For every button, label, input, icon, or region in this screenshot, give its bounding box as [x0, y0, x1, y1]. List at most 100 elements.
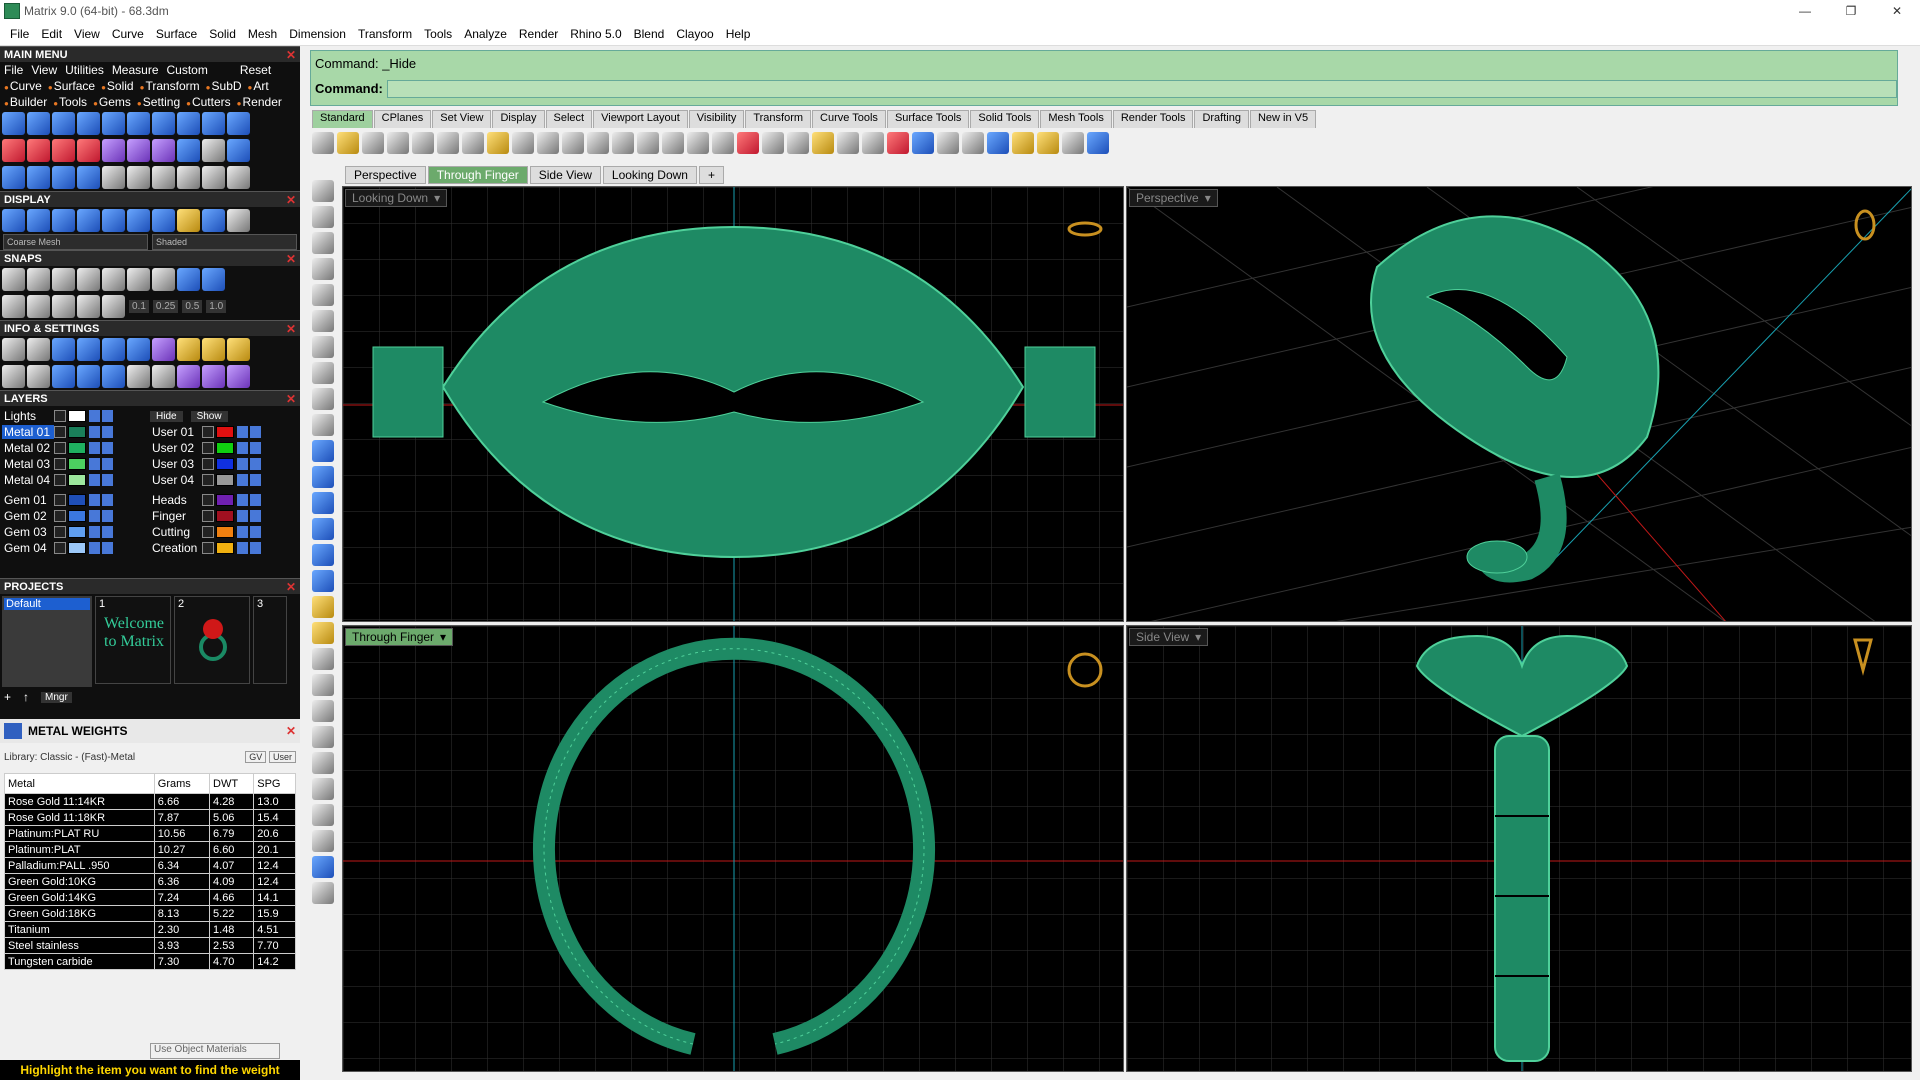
circle-icon[interactable]	[312, 284, 334, 306]
extrude-icon[interactable]	[312, 570, 334, 592]
ellipse-icon[interactable]	[312, 388, 334, 410]
layer-row[interactable]: Cutting	[150, 524, 298, 540]
image-icon[interactable]	[177, 365, 200, 388]
cut-icon[interactable]	[202, 139, 225, 162]
layer-row[interactable]: Metal 03	[2, 456, 150, 472]
gold-sphere-icon[interactable]	[177, 209, 200, 232]
edit-icon[interactable]	[127, 338, 150, 361]
layer-row[interactable]: Gem 03	[2, 524, 150, 540]
zoom-selected-icon[interactable]	[662, 132, 684, 154]
menu-solid[interactable]: Solid	[203, 27, 242, 41]
layers-icon[interactable]	[77, 365, 100, 388]
blue-sphere-icon[interactable]	[202, 209, 225, 232]
toolbar-tab-cplanes[interactable]: CPlanes	[373, 110, 432, 128]
snap-value-3[interactable]: 0.5	[182, 300, 203, 313]
triangle-tool-icon[interactable]	[127, 112, 150, 135]
toolbar-tab-standard[interactable]: Standard	[312, 110, 373, 128]
polyline-icon[interactable]	[312, 232, 334, 254]
cplane-icon[interactable]	[787, 132, 809, 154]
use-object-materials-button[interactable]: Use Object Materials	[150, 1043, 280, 1059]
toolbar-tab-solid-tools[interactable]: Solid Tools	[970, 110, 1040, 128]
silver-sphere-icon[interactable]	[227, 209, 250, 232]
split-icon[interactable]	[312, 674, 334, 696]
mm-gems[interactable]: Gems	[93, 95, 131, 109]
close-icon[interactable]: ✕	[286, 322, 296, 336]
snap-value-4[interactable]: 1.0	[206, 300, 227, 313]
zoom-window-icon[interactable]	[612, 132, 634, 154]
undo-icon[interactable]	[227, 139, 250, 162]
menu-tools[interactable]: Tools	[418, 27, 458, 41]
fillet-icon[interactable]	[312, 414, 334, 436]
toolbar-tab-select[interactable]: Select	[545, 110, 593, 128]
gv-toggle[interactable]: GV	[245, 750, 267, 763]
up-icon[interactable]: ↑	[23, 690, 29, 704]
move-tool-icon[interactable]	[312, 622, 334, 644]
trim-icon[interactable]	[312, 648, 334, 670]
artistic-icon[interactable]	[127, 209, 150, 232]
xray-icon[interactable]	[102, 209, 125, 232]
pan-hand-icon[interactable]	[537, 132, 559, 154]
close-icon[interactable]: ✕	[286, 252, 296, 266]
view-tab-looking-down[interactable]: Looking Down	[602, 166, 697, 184]
mm-file[interactable]: File	[4, 63, 23, 77]
snap-point-icon[interactable]	[52, 268, 75, 291]
viewport-label-through-finger[interactable]: Through Finger ▾	[345, 628, 454, 646]
polygon-tool-icon[interactable]	[152, 112, 175, 135]
ghosted-icon[interactable]	[27, 209, 50, 232]
mm-utilities[interactable]: Utilities	[65, 63, 104, 77]
car-icon[interactable]	[737, 132, 759, 154]
twist-icon[interactable]	[127, 139, 150, 162]
rotate-icon[interactable]	[152, 166, 175, 189]
toolbar-tab-display[interactable]: Display	[492, 110, 545, 128]
toolbar-tab-mesh-tools[interactable]: Mesh Tools	[1040, 110, 1112, 128]
table-row[interactable]: Tungsten carbide 7.30 4.70 14.2	[4, 953, 296, 970]
snap-tan-icon[interactable]	[27, 295, 50, 318]
rebuild-icon[interactable]	[52, 166, 75, 189]
split-icon[interactable]	[2, 166, 25, 189]
curve-cv-icon[interactable]	[312, 258, 334, 280]
viewport-label-perspective[interactable]: Perspective ▾	[1129, 189, 1218, 207]
ring-tool-icon[interactable]	[52, 112, 75, 135]
analyze-icon[interactable]	[312, 830, 334, 852]
layer-row[interactable]: User 04	[150, 472, 298, 488]
table-row[interactable]: Rose Gold 11:18KR 7.87 5.06 15.4	[4, 809, 296, 826]
mesh-quality-dropdown[interactable]: Coarse Mesh	[3, 234, 148, 250]
menu-help[interactable]: Help	[720, 27, 757, 41]
settings-icon[interactable]	[2, 338, 25, 361]
menu-blend[interactable]: Blend	[628, 27, 671, 41]
cross-icon[interactable]	[127, 365, 150, 388]
save-icon[interactable]	[362, 132, 384, 154]
project-default[interactable]: Default	[4, 598, 90, 610]
snap-project-icon[interactable]	[2, 295, 25, 318]
view-tab-side-view[interactable]: Side View	[529, 166, 601, 184]
table-row[interactable]: Platinum:PLAT 10.27 6.60 20.1	[4, 841, 296, 858]
snap-end-icon[interactable]	[2, 268, 25, 291]
layer-props-icon[interactable]	[77, 338, 100, 361]
wireframe-icon[interactable]	[2, 209, 25, 232]
align-icon[interactable]	[202, 166, 225, 189]
mm-curve[interactable]: Curve	[4, 79, 42, 93]
array-tool-icon[interactable]	[312, 804, 334, 826]
explode-icon[interactable]	[312, 726, 334, 748]
viewport-looking-down[interactable]: Looking Down ▾	[342, 186, 1124, 622]
curve-tool-icon[interactable]	[27, 112, 50, 135]
viewport-through-finger[interactable]: Through Finger ▾	[342, 625, 1124, 1072]
mm-builder[interactable]: Builder	[4, 95, 47, 109]
render-icon[interactable]	[227, 365, 250, 388]
mm-custom[interactable]: Custom	[167, 63, 208, 77]
select-icon[interactable]	[762, 132, 784, 154]
object-props-icon[interactable]	[52, 338, 75, 361]
box-icon[interactable]	[312, 492, 334, 514]
minimize-button[interactable]: —	[1782, 0, 1828, 22]
mm-art[interactable]: Art	[248, 79, 268, 93]
weight-icon[interactable]	[177, 338, 200, 361]
scissors-icon[interactable]	[437, 132, 459, 154]
light-bulb-icon[interactable]	[837, 132, 859, 154]
copy-icon[interactable]	[27, 139, 50, 162]
zoom-extents-icon[interactable]	[637, 132, 659, 154]
col-grams[interactable]: Grams	[153, 773, 211, 794]
shade-icon[interactable]	[937, 132, 959, 154]
menu-clayoo[interactable]: Clayoo	[670, 27, 719, 41]
array-icon[interactable]	[52, 139, 75, 162]
col-spg[interactable]: SPG	[253, 773, 296, 794]
